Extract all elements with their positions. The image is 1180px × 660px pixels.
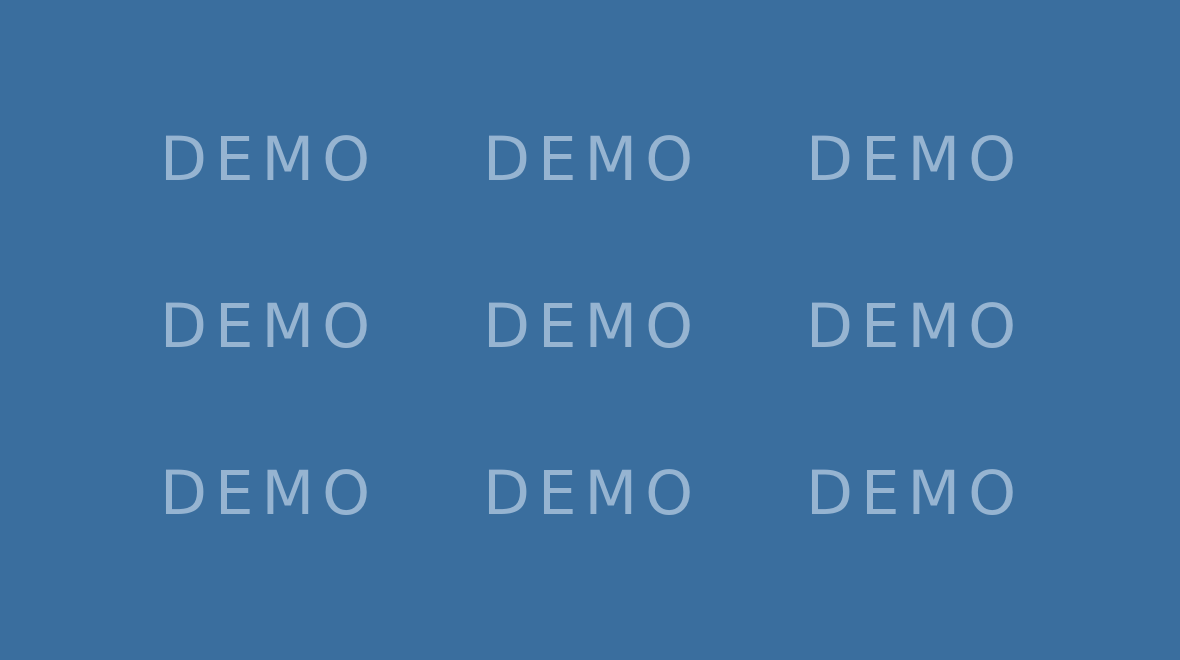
demo-watermark-text: DEMO bbox=[160, 291, 379, 362]
demo-watermark-text: DEMO bbox=[483, 458, 702, 529]
demo-watermark-text: DEMO bbox=[806, 458, 1025, 529]
demo-watermark-text: DEMO bbox=[806, 291, 1025, 362]
demo-watermark-text: DEMO bbox=[160, 124, 379, 195]
demo-watermark-text: DEMO bbox=[483, 291, 702, 362]
demo-watermark-text: DEMO bbox=[483, 124, 702, 195]
demo-background: DEMO DEMO DEMO DEMO DEMO DEMO DEMO DEMO … bbox=[0, 0, 1180, 660]
demo-watermark-grid: DEMO DEMO DEMO DEMO DEMO DEMO DEMO DEMO … bbox=[160, 114, 1021, 615]
demo-watermark-text: DEMO bbox=[806, 124, 1025, 195]
demo-watermark-text: DEMO bbox=[160, 458, 379, 529]
